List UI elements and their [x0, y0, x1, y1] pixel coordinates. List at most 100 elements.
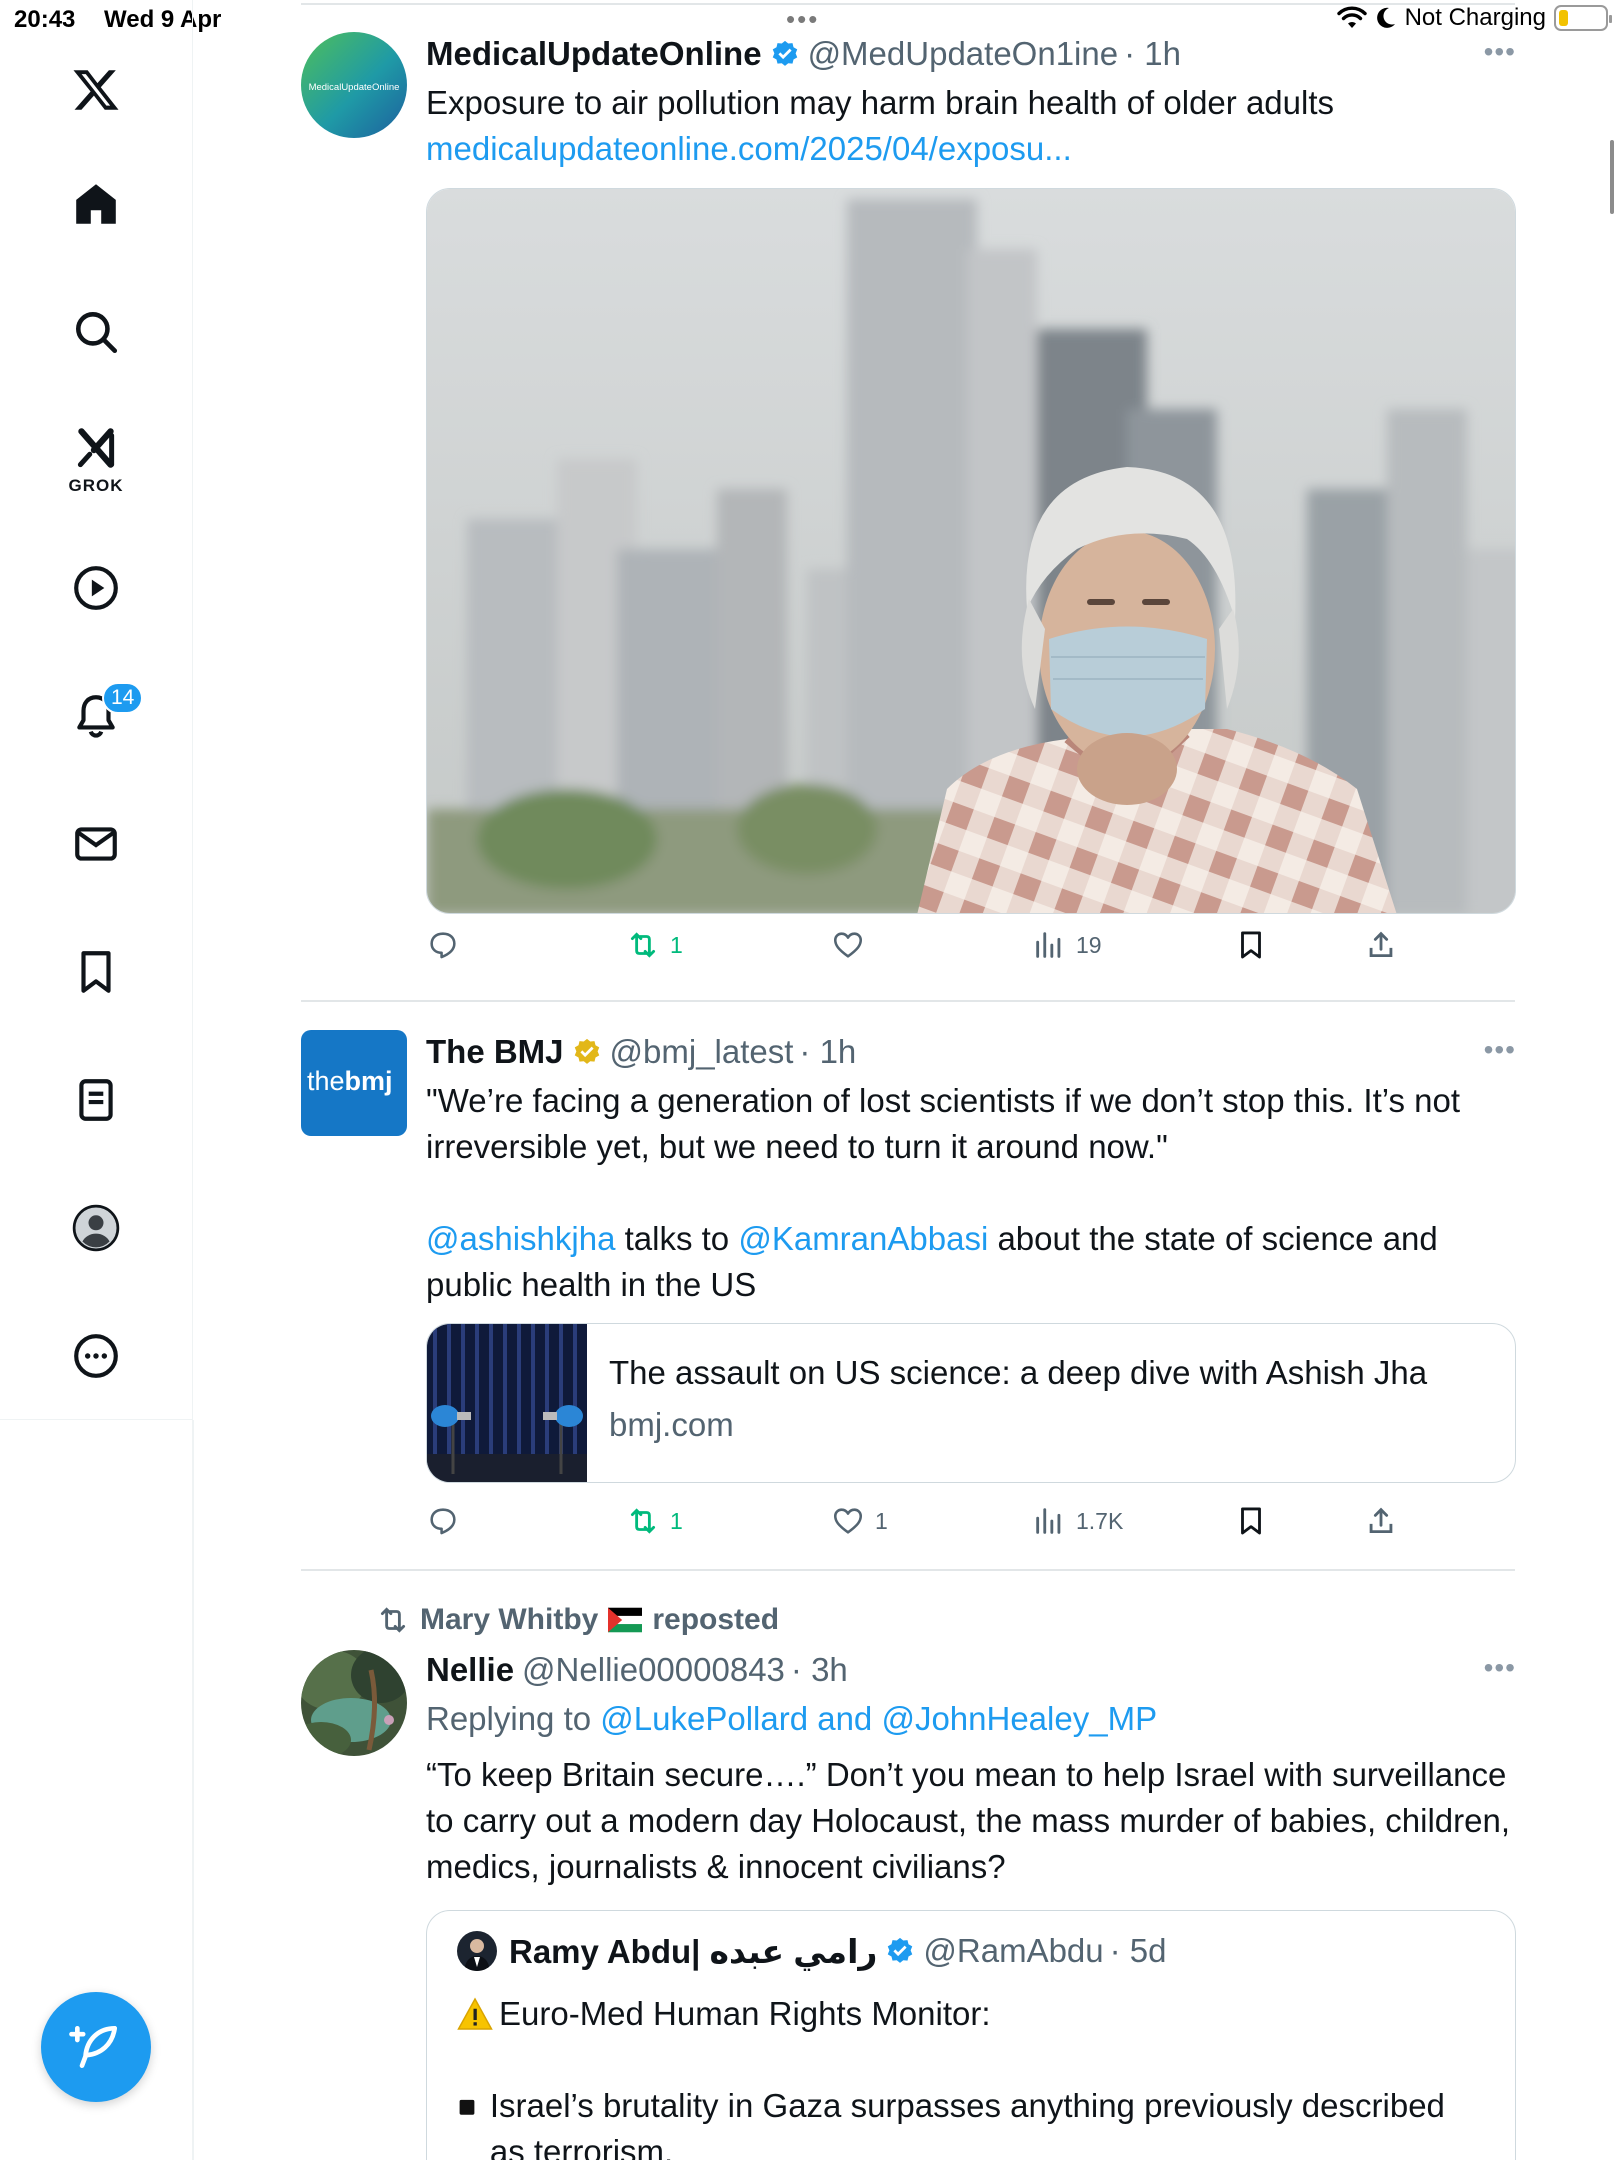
grok-label: GROK — [68, 476, 124, 495]
author-handle[interactable]: @bmj_latest — [610, 1033, 794, 1071]
author-name[interactable]: The BMJ — [426, 1033, 564, 1071]
retweet-icon — [630, 1508, 656, 1534]
avatar-nellie[interactable] — [301, 1650, 407, 1756]
author-name[interactable]: MedicalUpdateOnline — [426, 35, 762, 73]
quoted-tweet[interactable]: Ramy Abdu| رامي عبده @RamAbdu · 5d Euro-… — [426, 1910, 1516, 2160]
link-card-title: The assault on US science: a deep dive w… — [609, 1354, 1428, 1391]
author-name[interactable]: Nellie — [426, 1651, 514, 1689]
views-chart-icon — [1036, 932, 1061, 958]
avatar-medicalupdate[interactable]: MedicalUpdateOnline — [301, 32, 407, 138]
grok-icon[interactable]: GROK — [56, 418, 136, 498]
post-time[interactable]: · 3h — [791, 1651, 848, 1689]
repost-icon — [380, 1607, 406, 1633]
retweet-icon — [630, 932, 656, 958]
like-button[interactable] — [831, 928, 875, 962]
post-time[interactable]: · 1h — [799, 1033, 856, 1071]
quoted-author-handle[interactable]: @RamAbdu — [923, 1932, 1103, 1970]
tweet-header: MedicalUpdateOnline @MedUpdateOn1ine · 1… — [426, 32, 1516, 76]
heart-icon — [833, 1508, 863, 1534]
quoted-line-2: Israel’s brutality in Gaza surpasses any… — [489, 2087, 1445, 2160]
share-icon — [1369, 1507, 1393, 1534]
tweet-header: The BMJ @bmj_latest · 1h — [426, 1030, 1516, 1074]
tweet-quote-text: "We’re facing a generation of lost scien… — [426, 1082, 1461, 1165]
home-icon[interactable] — [56, 164, 136, 244]
bookmark-icon — [1241, 931, 1261, 959]
reply-button[interactable] — [426, 1504, 470, 1538]
scrollbar-thumb[interactable] — [1610, 140, 1614, 214]
tweet-medicalupdate[interactable]: MedicalUpdateOnline MedicalUpdateOnline … — [301, 32, 1516, 992]
bookmark-icon[interactable] — [56, 932, 136, 1012]
share-button[interactable] — [1364, 928, 1398, 962]
bookmark-icon — [1241, 1507, 1261, 1535]
air-pollution-photo — [427, 189, 1515, 913]
retweet-button[interactable]: 1 — [626, 928, 683, 962]
quoted-author-name[interactable]: Ramy Abdu| رامي عبده — [509, 1932, 877, 1971]
share-button[interactable] — [1364, 1504, 1398, 1538]
tweet-link[interactable]: medicalupdateonline.com/2025/04/exposu..… — [426, 126, 1516, 172]
verified-gold-badge-icon — [574, 1038, 599, 1064]
palestine-flag-icon — [608, 1607, 643, 1633]
link-card[interactable]: The assault on US science: a deep dive w… — [426, 1323, 1516, 1483]
sidebar-divider — [192, 1420, 194, 2160]
multitasking-dots[interactable]: ••• — [786, 4, 819, 35]
more-menu-icon[interactable]: ••• — [1484, 1652, 1516, 1684]
mail-icon[interactable] — [56, 804, 136, 884]
tweet-bmj[interactable]: thebmj The BMJ @bmj_latest · 1h ••• "We’… — [301, 1030, 1516, 1560]
tweet-text: @ashishkjha talks to @KamranAbbasi about… — [426, 1220, 1438, 1303]
more-menu-icon[interactable]: ••• — [1484, 1034, 1516, 1066]
profile-avatar-icon[interactable] — [56, 1188, 136, 1268]
quoted-line-1: Euro-Med Human Rights Monitor: — [499, 1995, 991, 2032]
compose-post-button[interactable] — [41, 1992, 151, 2102]
mention-ashishkjha[interactable]: @ashishkjha — [426, 1220, 615, 1257]
x-logo-icon[interactable] — [56, 50, 136, 130]
tweet-actions: 1 19 — [426, 928, 1516, 972]
quoted-author-avatar[interactable] — [457, 1931, 497, 1971]
replying-to-users[interactable]: @LukePollard and @JohnHealey_MP — [600, 1700, 1157, 1737]
tweet-image[interactable] — [426, 188, 1516, 914]
bookmark-button[interactable] — [1234, 928, 1268, 962]
like-button[interactable]: 1 — [831, 1504, 888, 1538]
avatar-wordmark: MedicalUpdateOnline — [309, 82, 400, 93]
reply-button[interactable] — [426, 928, 470, 962]
views-button[interactable]: 1.7K — [1032, 1504, 1123, 1538]
sidebar: GROK 14 — [0, 0, 193, 1420]
warning-icon — [457, 1997, 493, 2030]
quoted-post-time: · 5d — [1109, 1932, 1167, 1969]
author-handle[interactable]: @Nellie00000843 — [522, 1651, 785, 1689]
notifications-bell-icon[interactable]: 14 — [56, 676, 144, 756]
tweet-header: Nellie @Nellie00000843 · 3h — [426, 1648, 1516, 1692]
wifi-icon — [1336, 6, 1367, 28]
tweet-divider — [301, 1569, 1515, 1571]
square-bullet-icon — [459, 2099, 475, 2115]
repost-indicator[interactable]: Mary Whitby reposted — [376, 1602, 779, 1638]
views-button[interactable]: 19 — [1032, 928, 1102, 962]
avatar-bmj[interactable]: thebmj — [301, 1030, 407, 1136]
mention-kamranabbasi[interactable]: @KamranAbbasi — [738, 1220, 988, 1257]
like-count: 1 — [875, 1507, 888, 1534]
views-count: 1.7K — [1076, 1507, 1124, 1534]
reposter-name[interactable]: Mary Whitby — [420, 1603, 598, 1637]
more-options-icon[interactable] — [56, 1316, 136, 1396]
tweet-text: Exposure to air pollution may harm brain… — [426, 84, 1334, 121]
more-menu-icon[interactable]: ••• — [1484, 36, 1516, 68]
search-icon[interactable] — [56, 292, 136, 372]
status-right: Not Charging — [1336, 4, 1612, 32]
reply-icon — [430, 932, 456, 959]
retweet-button[interactable]: 1 — [626, 1504, 683, 1538]
lists-icon[interactable] — [56, 1060, 136, 1140]
replying-to: Replying to @LukePollard and @JohnHealey… — [426, 1700, 1158, 1737]
share-icon — [1369, 931, 1393, 958]
battery-icon — [1554, 5, 1612, 31]
moon-icon — [1376, 7, 1395, 28]
bookmark-button[interactable] — [1234, 1504, 1268, 1538]
author-handle[interactable]: @MedUpdateOn1ine — [808, 35, 1119, 73]
retweet-count: 1 — [670, 931, 683, 958]
post-time[interactable]: · 1h — [1124, 35, 1181, 73]
bmj-wordmark: thebmj — [307, 1066, 393, 1096]
views-count: 19 — [1076, 931, 1102, 958]
repost-label: reposted — [652, 1603, 780, 1636]
quoted-tweet-text: Euro-Med Human Rights Monitor: Israel’s … — [457, 1991, 1487, 2160]
video-icon[interactable] — [56, 548, 136, 628]
link-card-thumbnail — [427, 1324, 587, 1482]
notification-badge: 14 — [102, 682, 144, 714]
